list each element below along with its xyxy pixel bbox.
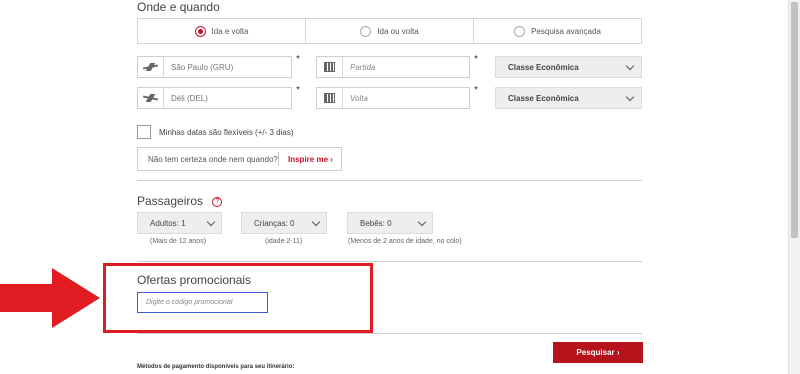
children-select[interactable]: Crianças: 0 (241, 212, 327, 234)
destination-field[interactable]: Déli (DEL) (137, 87, 292, 109)
inspire-question: Não tem certeza onde nem quando? (148, 154, 278, 164)
children-value: Crianças: 0 (254, 218, 295, 228)
divider (137, 333, 642, 334)
destination-value: Déli (DEL) (171, 93, 208, 103)
departure-date-placeholder: Partida (350, 62, 376, 72)
help-icon[interactable]: ? (212, 196, 223, 207)
trip-tab-one-way[interactable]: Ida ou volta (306, 19, 474, 43)
children-hint: (idade 2-11) (265, 238, 303, 245)
adults-value: Adultos: 1 (150, 218, 186, 228)
adults-select[interactable]: Adultos: 1 (137, 212, 222, 234)
origin-value: São Paulo (GRU) (171, 62, 234, 72)
departure-date-field[interactable]: Partida (316, 56, 470, 78)
radio-selected-icon (194, 25, 206, 37)
scrollbar[interactable] (788, 0, 800, 374)
infants-hint: (Menos de 2 anos de idade, no colo) (348, 238, 462, 245)
cabin-class-outbound-select[interactable]: Classe Econômica (495, 56, 642, 78)
plane-landing-icon (143, 94, 158, 102)
calendar-icon (324, 93, 335, 103)
chevron-down-icon (206, 217, 216, 226)
chevron-down-icon (625, 92, 635, 101)
divider (137, 261, 642, 262)
red-arrow-icon (0, 268, 100, 328)
flexible-dates-label: Minhas datas são flexíveis (+/- 3 dias) (159, 127, 294, 137)
search-button[interactable]: Pesquisar › (553, 342, 643, 363)
payment-methods-label: Métodos de pagamento disponíveis para se… (137, 364, 295, 370)
required-mark: * (296, 54, 300, 65)
inspire-me-link[interactable]: Inspire me › (279, 155, 333, 164)
passengers-title: Passageiros ? (137, 194, 223, 208)
cabin-class-return-select[interactable]: Classe Econômica (495, 87, 642, 109)
scrollbar-thumb[interactable] (791, 2, 798, 238)
trip-type-selector: Ida e volta Ida ou volta Pesquisa avança… (137, 18, 642, 44)
inspire-box: Não tem certeza onde nem quando? Inspire… (137, 147, 342, 171)
passengers-title-text: Passageiros (137, 194, 204, 208)
plane-takeoff-icon (143, 63, 158, 71)
when-section-title: Onde e quando (137, 0, 220, 14)
highlight-box (103, 263, 373, 333)
flexible-dates-checkbox[interactable] (137, 125, 151, 139)
trip-tab-advanced-search[interactable]: Pesquisa avançada (474, 19, 641, 43)
origin-field[interactable]: São Paulo (GRU) (137, 56, 292, 78)
trip-tab-label: Pesquisa avançada (531, 26, 601, 36)
cabin-class-value: Classe Econômica (508, 93, 579, 103)
flexible-dates-row: Minhas datas são flexíveis (+/- 3 dias) (137, 125, 294, 139)
trip-tab-label: Ida e volta (211, 26, 249, 36)
required-mark: * (474, 54, 478, 65)
infants-value: Bebês: 0 (360, 218, 392, 228)
adults-hint: (Mais de 12 anos) (150, 238, 207, 245)
calendar-icon (324, 62, 335, 72)
radio-icon (360, 25, 372, 37)
radio-icon (514, 25, 526, 37)
cabin-class-value: Classe Econômica (508, 62, 579, 72)
chevron-down-icon (625, 61, 635, 70)
return-date-field[interactable]: Volta (316, 87, 470, 109)
required-mark: * (474, 85, 478, 96)
divider (137, 180, 642, 181)
chevron-down-icon (417, 217, 427, 226)
return-date-placeholder: Volta (350, 93, 368, 103)
trip-tab-round-trip[interactable]: Ida e volta (138, 19, 306, 43)
chevron-down-icon (311, 217, 321, 226)
infants-select[interactable]: Bebês: 0 (347, 212, 433, 234)
trip-tab-label: Ida ou volta (377, 26, 419, 36)
required-mark: * (296, 85, 300, 96)
